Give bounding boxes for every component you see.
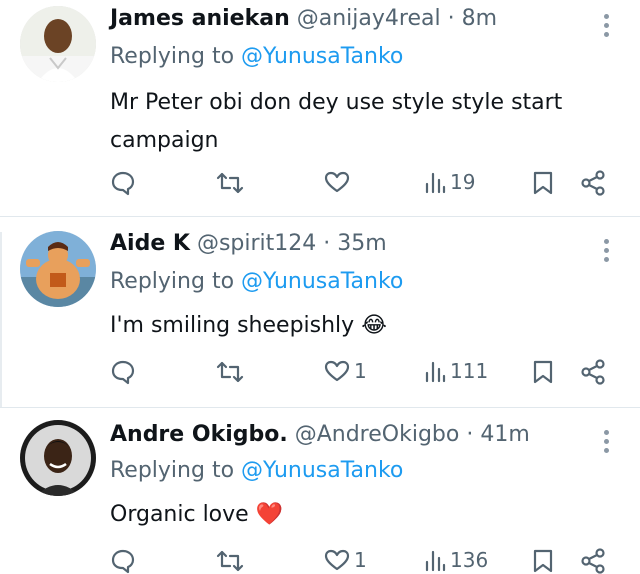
mention-link[interactable]: @YunusaTanko bbox=[241, 458, 403, 483]
replying-prefix: Replying to bbox=[110, 44, 242, 69]
views-count: 136 bbox=[450, 548, 489, 572]
avatar-hercules-icon bbox=[20, 231, 96, 307]
bookmark-icon bbox=[533, 549, 553, 573]
reply-icon bbox=[111, 171, 135, 196]
retweet-button[interactable] bbox=[216, 170, 244, 196]
bookmark-button[interactable] bbox=[532, 548, 554, 574]
reply-tweet-1[interactable]: James aniekan @anijay4real · 8m Replying… bbox=[0, 0, 640, 216]
separator-dot: · bbox=[466, 422, 474, 447]
like-count: 1 bbox=[354, 359, 367, 383]
laughing-emoji: 😂 bbox=[361, 313, 387, 338]
share-icon bbox=[581, 170, 605, 196]
author-handle[interactable]: @spirit124 bbox=[197, 231, 316, 256]
bookmark-icon bbox=[533, 171, 553, 195]
tweet-header: James aniekan @anijay4real · 8m bbox=[110, 6, 497, 31]
avatar-andre-icon bbox=[20, 420, 96, 496]
views-icon bbox=[425, 550, 446, 572]
share-icon bbox=[581, 548, 605, 574]
avatar-james-icon bbox=[20, 6, 96, 82]
share-button[interactable] bbox=[580, 548, 606, 574]
tweet-header: Aide K @spirit124 · 35m bbox=[110, 231, 387, 256]
avatar[interactable] bbox=[20, 6, 96, 82]
retweet-icon bbox=[216, 172, 244, 194]
avatar[interactable] bbox=[20, 231, 96, 307]
tweet-text-line: Mr Peter obi don dey use style style sta… bbox=[110, 90, 563, 115]
avatar[interactable] bbox=[20, 420, 96, 496]
bookmark-button[interactable] bbox=[532, 359, 554, 385]
heart-emoji: ❤️ bbox=[255, 502, 284, 527]
tweet-text-line: Organic love bbox=[110, 502, 249, 527]
tweet-header: Andre Okigbo. @AndreOkigbo · 41m bbox=[110, 422, 530, 447]
mention-link[interactable]: @YunusaTanko bbox=[241, 44, 403, 69]
mention-link[interactable]: @YunusaTanko bbox=[241, 269, 403, 294]
retweet-icon bbox=[216, 550, 244, 572]
reply-tweet-2[interactable]: Aide K @spirit124 · 35m Replying to @Yun… bbox=[0, 217, 640, 407]
author-name[interactable]: Andre Okigbo. bbox=[110, 422, 288, 447]
views-count: 19 bbox=[450, 170, 476, 194]
more-options-icon[interactable] bbox=[604, 430, 610, 457]
tweet-text: Mr Peter obi don dey use style style sta… bbox=[110, 84, 630, 160]
author-handle[interactable]: @AndreOkigbo bbox=[295, 422, 460, 447]
views-icon bbox=[425, 361, 446, 383]
reply-tweet-3[interactable]: Andre Okigbo. @AndreOkigbo · 41m Replyin… bbox=[0, 408, 640, 574]
tweet-text: Organic love ❤️ bbox=[110, 496, 630, 534]
like-button[interactable]: 1 bbox=[324, 359, 367, 383]
reply-button[interactable] bbox=[110, 170, 136, 196]
author-name[interactable]: Aide K bbox=[110, 231, 190, 256]
replying-prefix: Replying to bbox=[110, 458, 242, 483]
share-icon bbox=[581, 359, 605, 385]
replying-to: Replying to @YunusaTanko bbox=[110, 458, 403, 483]
tweet-text-line: campaign bbox=[110, 128, 219, 153]
retweet-icon bbox=[216, 361, 244, 383]
reply-button[interactable] bbox=[110, 548, 136, 574]
timestamp[interactable]: 8m bbox=[462, 6, 497, 31]
replying-prefix: Replying to bbox=[110, 269, 242, 294]
replying-to: Replying to @YunusaTanko bbox=[110, 269, 403, 294]
share-button[interactable] bbox=[580, 170, 606, 196]
like-button[interactable] bbox=[324, 170, 354, 194]
replying-to: Replying to @YunusaTanko bbox=[110, 44, 403, 69]
tweet-text: I'm smiling sheepishly 😂 bbox=[110, 307, 630, 345]
reply-button[interactable] bbox=[110, 359, 136, 385]
like-count: 1 bbox=[354, 548, 367, 572]
more-options-icon[interactable] bbox=[604, 14, 610, 41]
views-count: 111 bbox=[450, 359, 489, 383]
timestamp[interactable]: 41m bbox=[480, 422, 529, 447]
separator-dot: · bbox=[447, 6, 455, 31]
bookmark-button[interactable] bbox=[532, 170, 554, 196]
heart-icon bbox=[324, 171, 350, 193]
views-button[interactable]: 136 bbox=[424, 548, 488, 572]
views-icon bbox=[425, 172, 446, 194]
timestamp[interactable]: 35m bbox=[337, 231, 386, 256]
heart-icon bbox=[324, 549, 350, 571]
tweet-text-line: I'm smiling sheepishly bbox=[110, 313, 355, 338]
reply-icon bbox=[111, 549, 135, 574]
heart-icon bbox=[324, 360, 350, 382]
more-options-icon[interactable] bbox=[604, 239, 610, 266]
views-button[interactable]: 19 bbox=[424, 170, 475, 194]
reply-icon bbox=[111, 360, 135, 385]
separator-dot: · bbox=[323, 231, 331, 256]
share-button[interactable] bbox=[580, 359, 606, 385]
views-button[interactable]: 111 bbox=[424, 359, 488, 383]
retweet-button[interactable] bbox=[216, 548, 244, 574]
like-button[interactable]: 1 bbox=[324, 548, 367, 572]
author-name[interactable]: James aniekan bbox=[110, 6, 290, 31]
bookmark-icon bbox=[533, 360, 553, 384]
retweet-button[interactable] bbox=[216, 359, 244, 385]
author-handle[interactable]: @anijay4real bbox=[297, 6, 441, 31]
